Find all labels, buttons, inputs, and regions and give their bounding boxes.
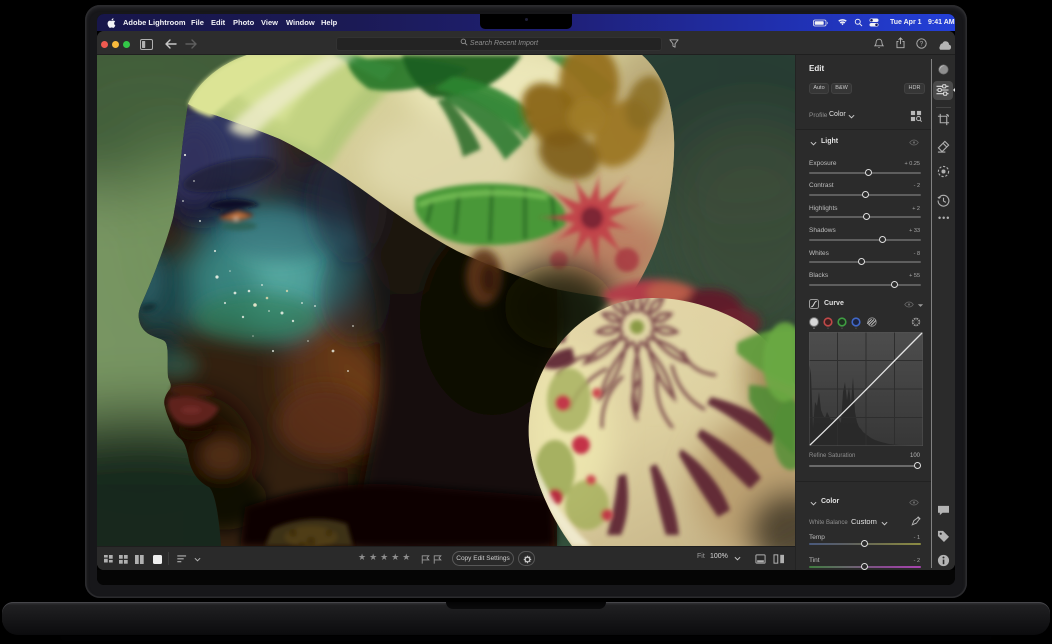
svg-text:?: ? [920, 41, 924, 48]
